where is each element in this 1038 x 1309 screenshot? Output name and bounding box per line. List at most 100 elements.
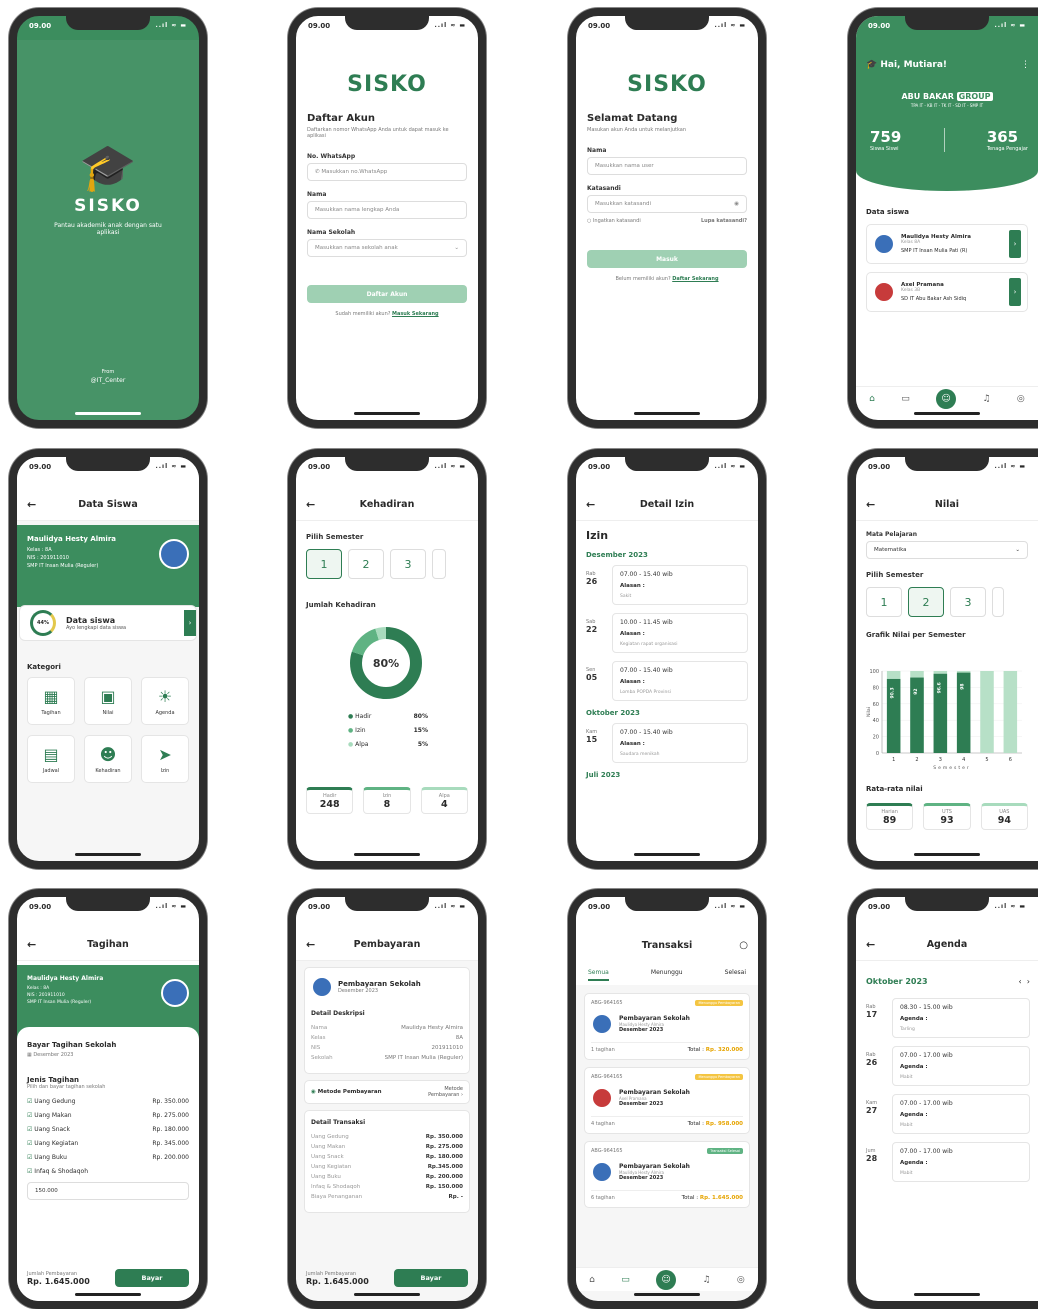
izin-entry[interactable]: Sab 22 10.00 - 11.45 wib Alasan : Kegiatan r… [586, 613, 748, 653]
bottom-nav: ⌂ ▭ ☺ ♫ ◎ [576, 1267, 758, 1291]
semester-more-button[interactable] [432, 549, 446, 579]
payment-method-row[interactable]: ◉ Metode Pembayaran Metode Pembayaran › [304, 1080, 470, 1104]
back-arrow-icon[interactable]: ← [866, 498, 875, 511]
bar-label: 96.6 [936, 682, 942, 693]
izin-entry[interactable]: Kam 15 07.00 - 15.40 wib Alasan : Saudara me… [586, 723, 748, 763]
transaction-card[interactable]: ABG-964165 Menunggu Pembayaran Pembayaran… [584, 993, 750, 1060]
wallet-icon[interactable]: ▭ [901, 394, 910, 404]
whatsapp-input[interactable]: ✆ Masukkan no.WhatsApp [307, 163, 467, 181]
school-select[interactable]: Masukkan nama sekolah anak ⌄ [307, 239, 467, 257]
home-icon[interactable]: ⌂ [589, 1275, 595, 1285]
izin-entry[interactable]: Sen 05 07.00 - 15.40 wib Alasan : Lomba POPD… [586, 661, 748, 701]
izin-entry[interactable]: Rab 26 07.00 - 15.40 wib Alasan : Sakit [586, 565, 748, 605]
name-input[interactable]: Masukkan nama lengkap Anda [307, 201, 467, 219]
chevron-left-icon[interactable]: ‹ [1019, 977, 1022, 986]
more-icon[interactable]: ⋮ [1021, 60, 1030, 70]
semester-1-button[interactable]: 1 [306, 549, 342, 579]
category-izin[interactable]: ➤ Izin [141, 735, 189, 783]
entry-date: 05 [586, 673, 598, 682]
category-tagihan[interactable]: ▦ Tagihan [27, 677, 75, 725]
register-button[interactable]: Daftar Akun [307, 285, 467, 303]
item-label: Infaq & Shodaqoh [311, 1184, 361, 1190]
category-agenda[interactable]: ☀ Agenda [141, 677, 189, 725]
y-tick-label: 20 [873, 735, 879, 741]
agenda-entry[interactable]: Jum 28 07.00 - 17.00 wib Agenda : Mabit [866, 1142, 1030, 1182]
semester-3-button[interactable]: 3 [950, 587, 986, 617]
home-indicator [634, 412, 700, 415]
notch [345, 457, 429, 471]
tab-menunggu[interactable]: Menunggu [651, 969, 683, 981]
tab-selesai[interactable]: Selesai [725, 969, 746, 981]
student-class: Kelas 3B [901, 288, 921, 293]
bill-checkbox[interactable]: Uang Makan Rp. 275.000 [27, 1112, 189, 1119]
bill-label: Uang Makan [27, 1112, 71, 1119]
pay-button[interactable]: Bayar [394, 1269, 468, 1287]
register-link[interactable]: Daftar Sekarang [672, 276, 718, 282]
back-arrow-icon[interactable]: ← [27, 938, 36, 951]
pay-button[interactable]: Bayar [115, 1269, 189, 1287]
profile-icon[interactable]: ◎ [1017, 394, 1025, 404]
back-arrow-icon[interactable]: ← [866, 938, 875, 951]
subject-select[interactable]: Matematika ⌄ [866, 541, 1028, 559]
agenda-entry[interactable]: Rab 26 07.00 - 17.00 wib Agenda : Mabit [866, 1046, 1030, 1086]
password-input[interactable]: Masukkan katasandi ◉ [587, 195, 747, 213]
category-jadwal[interactable]: ▤ Jadwal [27, 735, 75, 783]
agenda-entry[interactable]: Rab 17 08.30 - 15.00 wib Agenda : Tarling [866, 998, 1030, 1038]
bill-count: 1 tagihan [591, 1047, 615, 1053]
student-icon[interactable]: ☺ [656, 1269, 677, 1290]
forgot-password-link[interactable]: Lupa katasandi? [701, 218, 747, 224]
semester-more-button[interactable] [992, 587, 1004, 617]
bill-checkbox[interactable]: Uang Snack Rp. 180.000 [27, 1126, 189, 1133]
student-card[interactable]: Axel Pramana Kelas 3B SD IT Abu Bakar Ash … [866, 272, 1028, 312]
semester-2-button[interactable]: 2 [908, 587, 944, 617]
entry-reason: Kegiatan rapat organisasi [620, 642, 678, 647]
semester-1-button[interactable]: 1 [866, 587, 902, 617]
bill-checkbox[interactable]: Uang Kegiatan Rp. 345.000 [27, 1140, 189, 1147]
x-tick-label: 3 [939, 757, 942, 763]
back-arrow-icon[interactable]: ← [306, 938, 315, 951]
bell-icon[interactable]: ♫ [982, 394, 990, 404]
username-input[interactable]: Masukkan nama user [587, 157, 747, 175]
transaction-card[interactable]: ABG-964165 Menunggu Pembayaran Pembayaran… [584, 1067, 750, 1134]
data-siswa-card[interactable]: 44% Data siswa Ayo lengkapi data siswa › [19, 605, 197, 641]
home-indicator [634, 1293, 700, 1296]
home-indicator [354, 412, 420, 415]
entry-time: 07.00 - 17.00 wib [900, 1100, 953, 1107]
bill-checkbox[interactable]: Uang Buku Rp. 200.000 [27, 1154, 189, 1161]
student-card[interactable]: Maulidya Hesty Almira Kelas 8A SMP IT Insa… [866, 224, 1028, 264]
legend-label: Izin [355, 727, 366, 734]
wallet-icon[interactable]: ▭ [621, 1275, 630, 1285]
home-icon[interactable]: ⌂ [869, 394, 875, 404]
back-arrow-icon[interactable]: ← [27, 498, 36, 511]
login-button[interactable]: Masuk [587, 250, 747, 268]
search-icon[interactable]: ○ [739, 940, 748, 951]
total-amount: Rp. 1.645.000 [306, 1276, 369, 1286]
tab-semua[interactable]: Semua [588, 969, 609, 981]
infaq-input[interactable]: 150.000 [27, 1182, 189, 1200]
chevron-right-icon[interactable]: › [1009, 230, 1021, 258]
chevron-right-icon[interactable]: › [184, 610, 196, 636]
bill-checkbox[interactable]: Uang Gedung Rp. 350.000 [27, 1098, 189, 1105]
chevron-right-icon[interactable]: › [1027, 977, 1030, 986]
transaction-title: Pembayaran Sekolah [619, 1163, 690, 1170]
login-link[interactable]: Masuk Sekarang [392, 311, 439, 317]
semester-2-button[interactable]: 2 [348, 549, 384, 579]
back-arrow-icon[interactable]: ← [306, 498, 315, 511]
notch [625, 457, 709, 471]
category-nilai[interactable]: ▣ Nilai [84, 677, 132, 725]
transaction-card[interactable]: ABG-964165 Transaksi Selesai Pembayaran S… [584, 1141, 750, 1208]
remember-checkbox[interactable]: ○ Ingatkan katasandi [587, 218, 641, 224]
chevron-right-icon[interactable]: › [1009, 278, 1021, 306]
group-units: TPA IT - KB IT - TK IT - SD IT - SMP IT [910, 103, 984, 108]
bell-icon[interactable]: ♫ [702, 1275, 710, 1285]
semester-3-button[interactable]: 3 [390, 549, 426, 579]
back-arrow-icon[interactable]: ← [586, 498, 595, 511]
bill-checkbox[interactable]: Infaq & Shodaqoh [27, 1168, 189, 1175]
divider [943, 128, 945, 152]
agenda-entry[interactable]: Kam 27 07.00 - 17.00 wib Agenda : Mabit [866, 1094, 1030, 1134]
eye-icon[interactable]: ◉ [734, 201, 739, 207]
signal-icon: ..ıl ≈ ▬ [155, 903, 187, 910]
student-icon[interactable]: ☺ [936, 388, 957, 409]
profile-icon[interactable]: ◎ [737, 1275, 745, 1285]
category-kehadiran[interactable]: ☻ Kehadiran [84, 735, 132, 783]
